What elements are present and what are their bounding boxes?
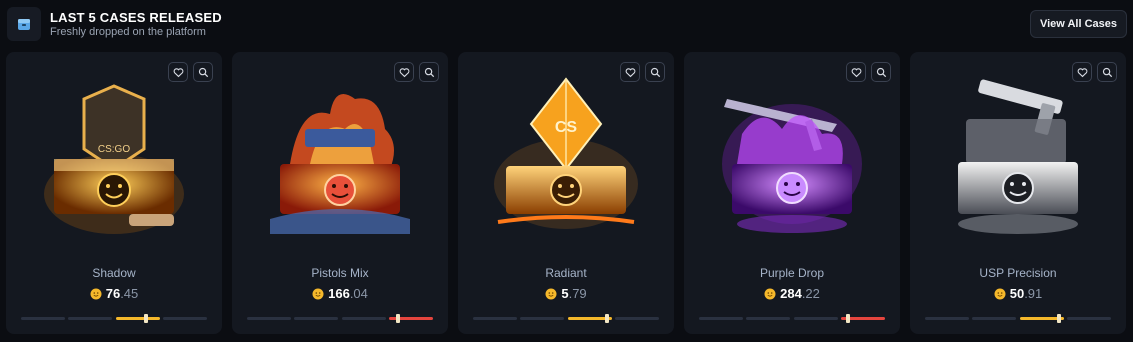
price-decimal: .22: [801, 286, 820, 301]
case-price: 166.04: [232, 286, 448, 301]
search-icon: [650, 67, 660, 77]
search-icon: [424, 67, 434, 77]
risk-segment: [972, 317, 1017, 320]
risk-segment: [614, 317, 659, 320]
risk-marker: [144, 314, 149, 323]
risk-segment: [162, 317, 207, 320]
case-name: Pistols Mix: [311, 266, 369, 280]
case-card[interactable]: USP Precision 50.91: [910, 52, 1126, 334]
risk-meter: [925, 314, 1111, 323]
case-image: [958, 79, 1078, 234]
search-icon: [1102, 67, 1112, 77]
inspect-button[interactable]: [871, 62, 891, 82]
case-card[interactable]: Purple Drop 284.22: [684, 52, 900, 334]
case-card[interactable]: CS Radiant 5.79: [458, 52, 674, 334]
risk-segment: [294, 317, 339, 320]
case-card[interactable]: CS:GO Shadow 76.45: [6, 52, 222, 334]
price-integer: 50: [1009, 286, 1025, 301]
coin-icon: [312, 288, 324, 299]
inspect-button[interactable]: [645, 62, 665, 82]
risk-marker: [395, 314, 400, 323]
price-integer: 166: [328, 286, 350, 301]
risk-segment: [68, 317, 113, 320]
coin-icon: [764, 288, 776, 299]
case-name: USP Precision: [979, 266, 1057, 280]
risk-segment: [1066, 317, 1111, 320]
case-name: Purple Drop: [759, 266, 825, 280]
search-icon: [876, 67, 886, 77]
cases-list: CS:GO Shadow 76.45 Pistols Mix 166.04 CS…: [6, 52, 1128, 334]
case-image: CS:GO: [44, 84, 184, 234]
section-title: LAST 5 CASES RELEASED: [50, 10, 222, 25]
price-decimal: .91: [1024, 286, 1043, 301]
svg-text:CS: CS: [555, 119, 578, 136]
case-name: Radiant: [545, 266, 587, 280]
section-header: LAST 5 CASES RELEASED Freshly dropped on…: [0, 0, 1133, 50]
risk-segment: [341, 317, 386, 320]
case-price: 76.45: [6, 286, 222, 301]
case-image: [270, 94, 410, 234]
risk-meter: [699, 314, 885, 323]
case-card[interactable]: Pistols Mix 166.04: [232, 52, 448, 334]
case-price: 5.79: [458, 286, 674, 301]
risk-segment: [473, 317, 517, 320]
coin-icon: [545, 288, 557, 299]
risk-meter: [21, 314, 207, 323]
risk-marker: [1057, 314, 1062, 323]
price-decimal: .79: [568, 286, 587, 301]
risk-segment: [520, 317, 565, 320]
price-decimal: .45: [120, 286, 139, 301]
risk-segment: [699, 317, 743, 320]
view-all-cases-button[interactable]: View All Cases: [1030, 10, 1127, 38]
case-price: 284.22: [684, 286, 900, 301]
case-name: Shadow: [92, 266, 136, 280]
inspect-button[interactable]: [193, 62, 213, 82]
price-integer: 5: [561, 286, 569, 301]
svg-text:CS:GO: CS:GO: [98, 144, 130, 155]
risk-segment: [21, 317, 65, 320]
case-image: [722, 99, 862, 233]
risk-segment: [746, 317, 791, 320]
price-decimal: .04: [349, 286, 368, 301]
risk-marker: [605, 314, 610, 323]
risk-segment: [247, 317, 291, 320]
box-icon: [7, 7, 41, 41]
search-icon: [198, 67, 208, 77]
risk-meter: [473, 314, 659, 323]
inspect-button[interactable]: [1097, 62, 1117, 82]
risk-marker: [845, 314, 850, 323]
coin-icon: [994, 288, 1006, 299]
price-integer: 76: [105, 286, 121, 301]
risk-segment: [793, 317, 838, 320]
inspect-button[interactable]: [419, 62, 439, 82]
coin-icon: [90, 288, 102, 299]
case-image: CS: [494, 77, 638, 229]
risk-segment: [925, 317, 969, 320]
risk-meter: [247, 314, 433, 323]
case-price: 50.91: [910, 286, 1126, 301]
risk-segment: [115, 317, 160, 320]
price-integer: 284: [780, 286, 802, 301]
section-subtitle: Freshly dropped on the platform: [50, 26, 206, 38]
